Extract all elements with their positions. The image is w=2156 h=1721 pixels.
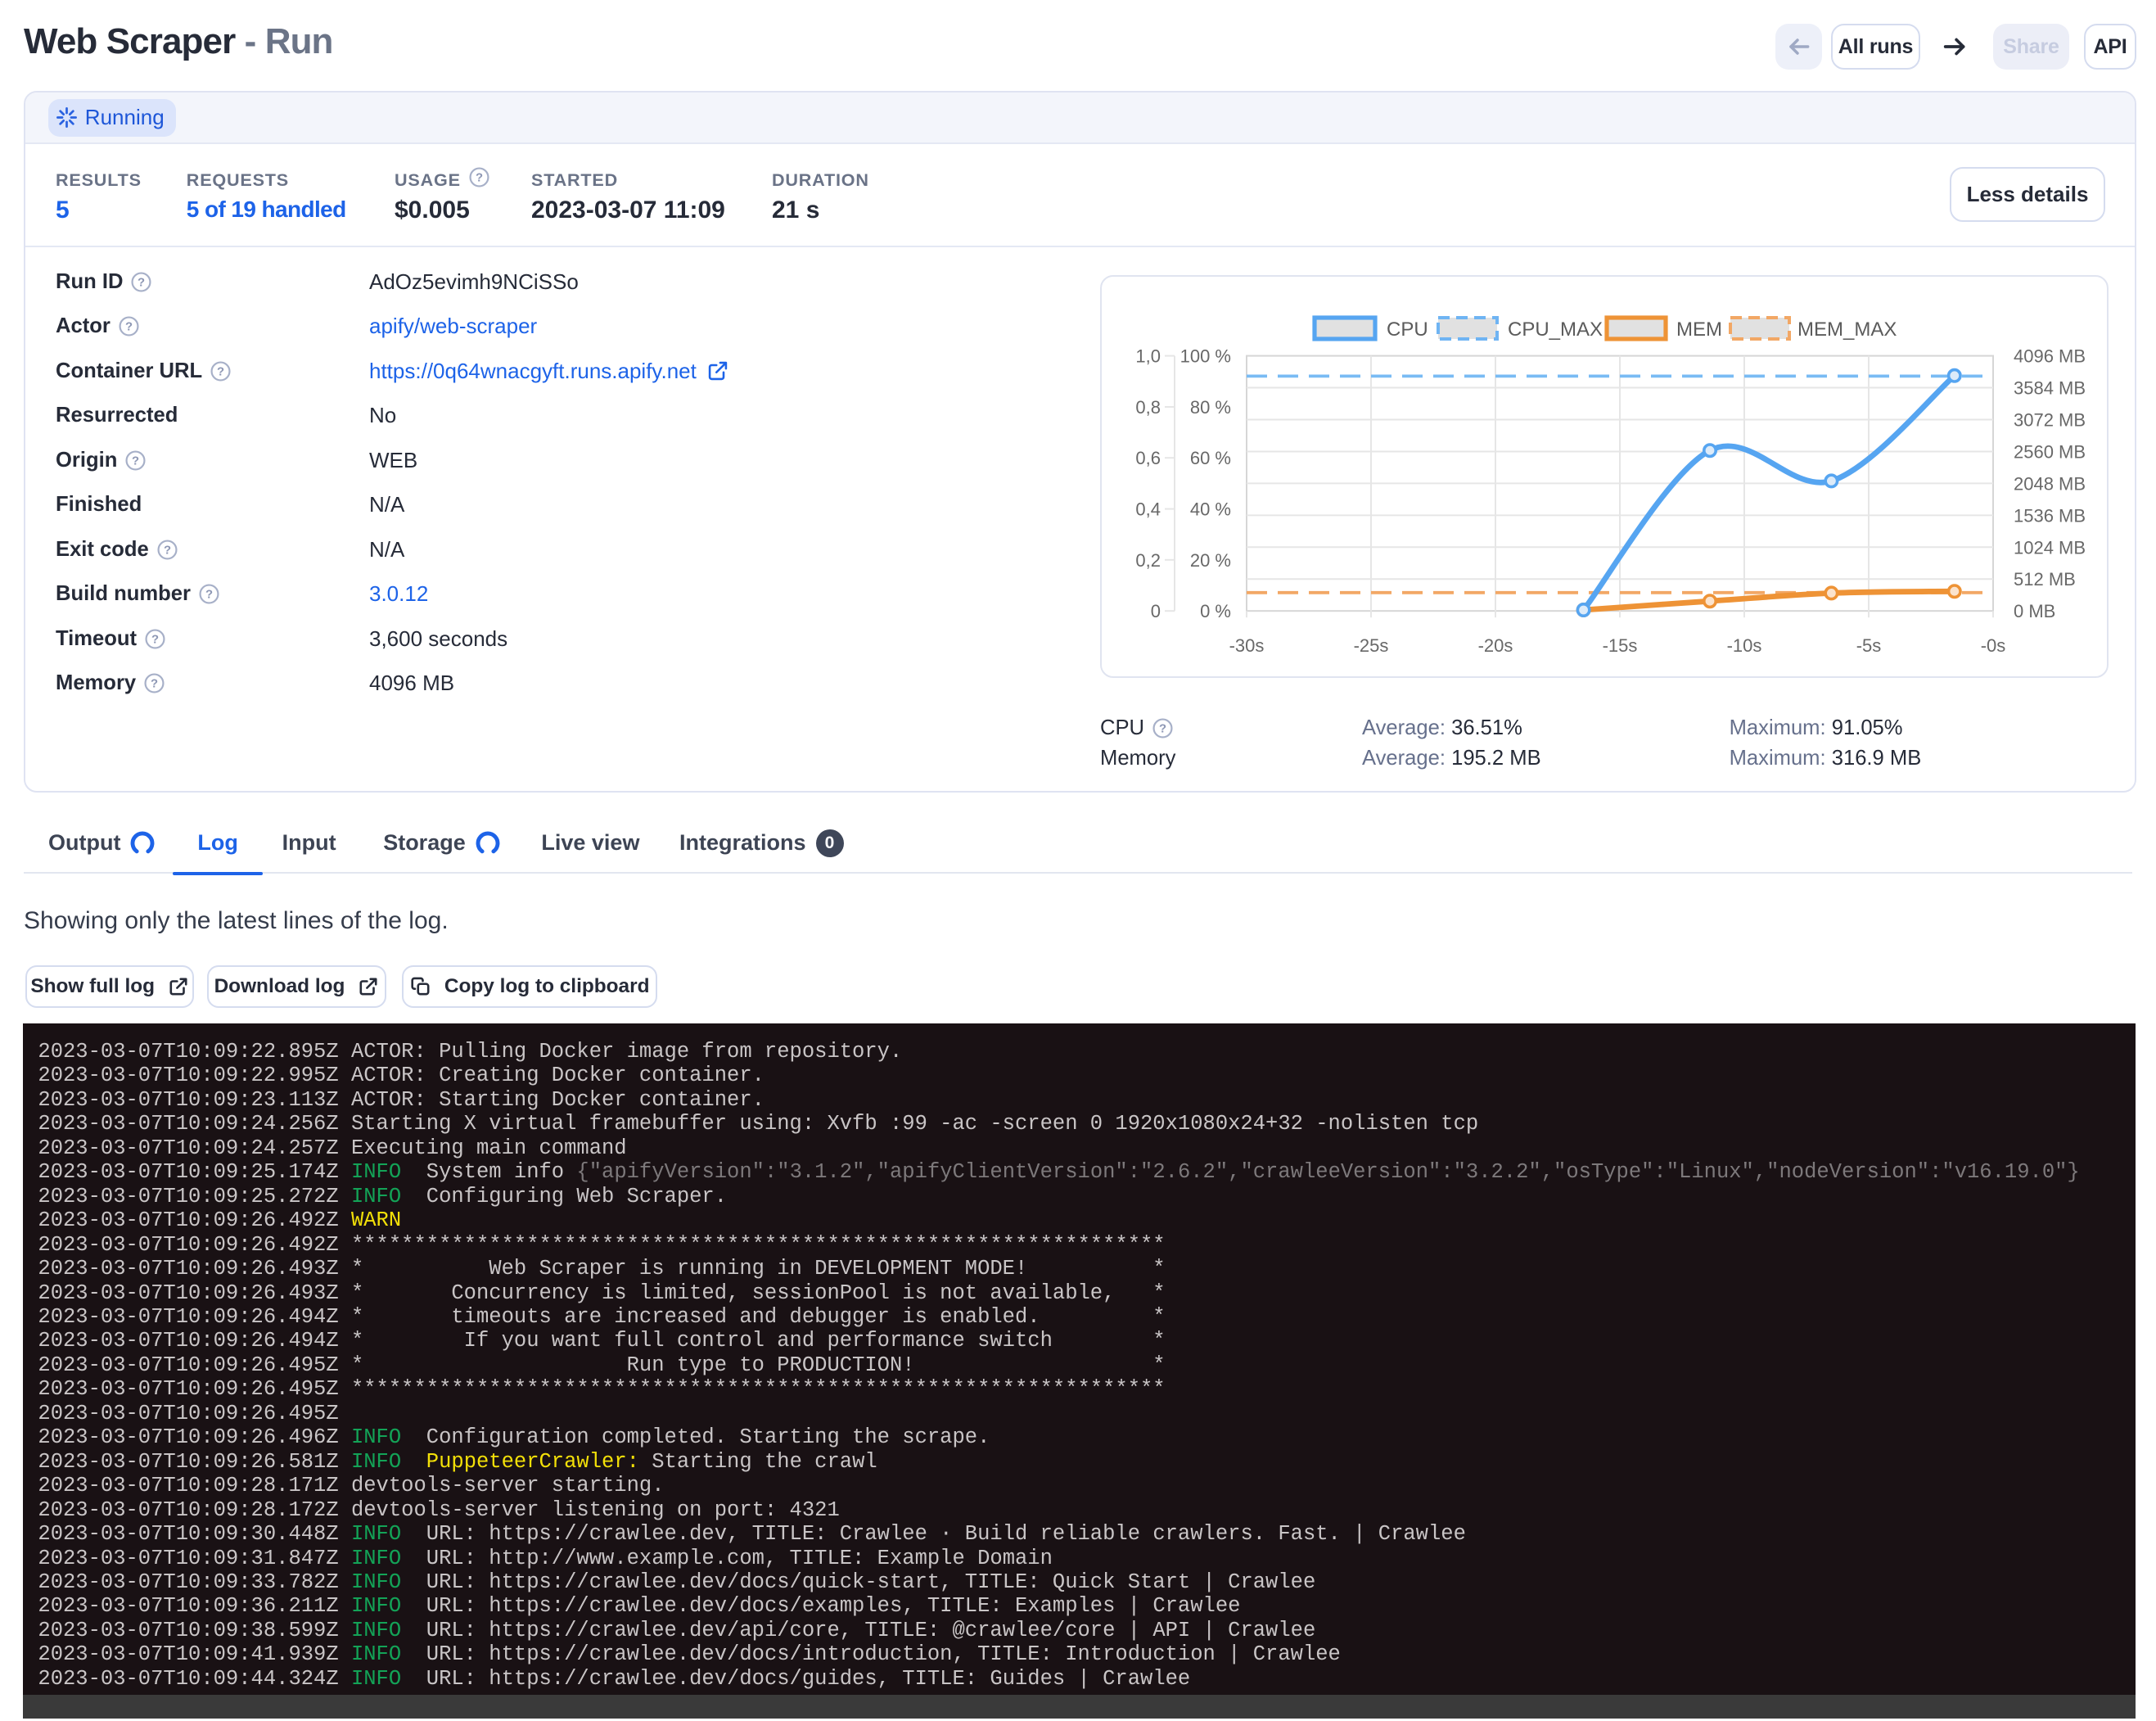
svg-text:0 MB: 0 MB: [2014, 602, 2055, 622]
svg-text:40 %: 40 %: [1190, 499, 1231, 520]
svg-text:-30s: -30s: [1229, 635, 1265, 656]
svg-text:?: ?: [125, 321, 133, 334]
svg-text:2560 MB: 2560 MB: [2014, 442, 2086, 463]
svg-text:?: ?: [1159, 723, 1166, 736]
svg-text:?: ?: [138, 277, 145, 290]
svg-text:?: ?: [151, 678, 158, 691]
svg-text:-5s: -5s: [1856, 635, 1882, 656]
svg-text:0,2: 0,2: [1135, 550, 1161, 571]
svg-text:1536 MB: 1536 MB: [2014, 506, 2086, 526]
svg-text:0,4: 0,4: [1135, 499, 1161, 520]
svg-text:60 %: 60 %: [1190, 449, 1231, 469]
svg-text:?: ?: [132, 455, 139, 468]
svg-text:4096 MB: 4096 MB: [2014, 346, 2086, 367]
svg-text:2048 MB: 2048 MB: [2014, 474, 2086, 495]
svg-text:100 %: 100 %: [1180, 346, 1231, 367]
svg-text:-15s: -15s: [1603, 635, 1638, 656]
svg-text:0,8: 0,8: [1135, 397, 1161, 418]
svg-text:0 %: 0 %: [1200, 602, 1231, 622]
svg-text:3072 MB: 3072 MB: [2014, 410, 2086, 431]
svg-text:?: ?: [151, 634, 159, 647]
svg-text:?: ?: [476, 172, 483, 185]
svg-text:0,6: 0,6: [1135, 449, 1161, 469]
svg-text:3584 MB: 3584 MB: [2014, 378, 2086, 399]
svg-text:1,0: 1,0: [1135, 346, 1161, 367]
svg-text:-0s: -0s: [1981, 635, 2006, 656]
svg-text:1024 MB: 1024 MB: [2014, 538, 2086, 558]
svg-text:?: ?: [217, 366, 224, 379]
svg-text:-20s: -20s: [1478, 635, 1513, 656]
svg-text:-10s: -10s: [1727, 635, 1762, 656]
svg-text:?: ?: [164, 544, 171, 558]
svg-text:-25s: -25s: [1354, 635, 1389, 656]
svg-text:CPU: CPU: [1387, 318, 1428, 341]
svg-text:0: 0: [1151, 602, 1161, 622]
svg-text:CPU_MAX: CPU_MAX: [1508, 318, 1603, 341]
svg-text:MEM_MAX: MEM_MAX: [1797, 318, 1897, 341]
svg-text:512 MB: 512 MB: [2014, 570, 2076, 590]
svg-text:?: ?: [205, 589, 213, 602]
svg-text:MEM: MEM: [1676, 318, 1722, 341]
svg-text:80 %: 80 %: [1190, 397, 1231, 418]
svg-text:20 %: 20 %: [1190, 550, 1231, 571]
